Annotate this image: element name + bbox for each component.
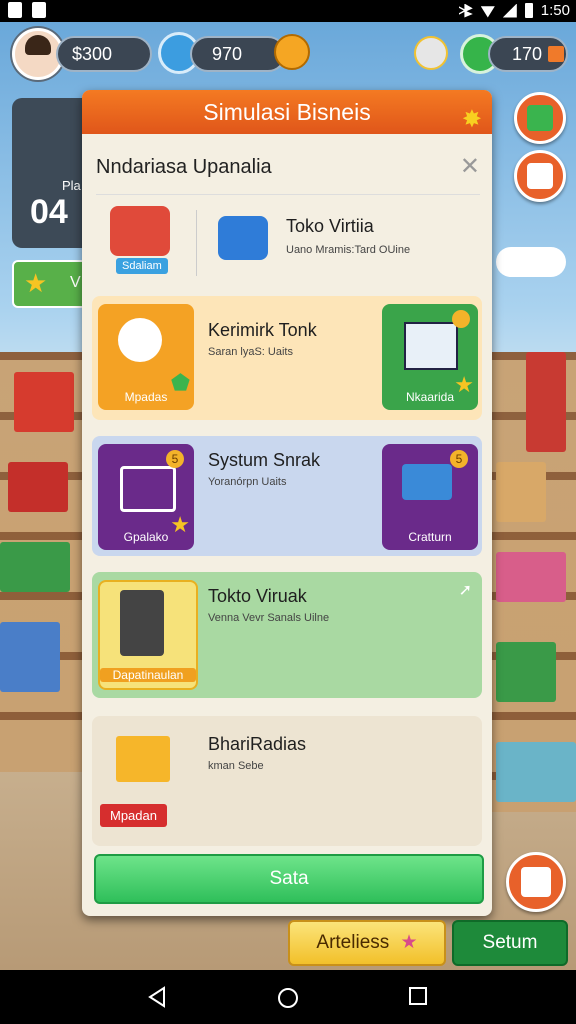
featured-title: Toko Virtiia [286, 216, 374, 236]
home-icon[interactable] [276, 986, 300, 1010]
card-title: Systum Snrak [208, 450, 321, 470]
level-card-label: Pla [62, 178, 81, 193]
featured-store-row[interactable]: Sdaliam Toko Virtiia Uano Mramis:Tard OU… [96, 202, 480, 286]
add-coins-icon[interactable] [274, 34, 310, 70]
calculator-icon [120, 590, 164, 656]
basket-icon [218, 216, 268, 260]
bluetooth-icon [458, 3, 473, 18]
notes-button[interactable] [514, 150, 566, 202]
mixer-icon [118, 318, 162, 362]
divider [96, 194, 480, 195]
dialog-header: Simulasi Bisneis ✸ [82, 90, 492, 134]
card-thumb-label: Mpadan [100, 804, 167, 827]
shelf-box [496, 462, 546, 522]
close-icon[interactable]: ✕ [460, 152, 480, 181]
card-thumbnail: Mpadas ⬟ [98, 304, 194, 410]
store-card[interactable]: 5 Gpalako ★ Systum Snrak Yoranórpn Uaits… [92, 436, 482, 556]
books-icon [110, 206, 170, 256]
star-icon: ★ [454, 372, 474, 397]
shelf-box [8, 462, 68, 512]
coins-value: 170 [512, 43, 543, 64]
dialog-subtitle: Nndariasa Upanalia [96, 156, 272, 178]
dialog-title: Simulasi Bisneis [203, 99, 371, 125]
star-icon: ✸ [461, 106, 482, 133]
articles-label: Arteliess [316, 932, 390, 953]
card-title: Tokto Viruak [208, 586, 307, 606]
shelf-box [496, 642, 556, 702]
card-thumbnail: 5 Gpalako ★ [98, 444, 194, 550]
confirm-button[interactable]: Sata [94, 854, 484, 904]
settings-button[interactable]: Setum [452, 920, 568, 966]
cash-display: $300 [56, 36, 152, 72]
checkmark-icon [527, 105, 553, 131]
cloud [496, 247, 566, 277]
business-sim-dialog: Simulasi Bisneis ✸ Nndariasa Upanalia ✕ … [82, 90, 492, 916]
store-card[interactable]: Mpadan BhariRadias kman Sebe [92, 716, 482, 846]
level-card-number: 04 [30, 193, 68, 231]
star-icon: ★ [400, 932, 418, 953]
featured-desc: Uano Mramis:Tard OUine [286, 244, 411, 256]
shelf-box [14, 372, 74, 432]
shelf-box [496, 552, 566, 602]
card-thumbnail: Dapatinaulan [98, 580, 198, 690]
store-card[interactable]: Mpadas ⬟ Kerimirk Tonk Saran lyaS: Uaits… [92, 296, 482, 420]
card-desc: kman Sebe [208, 760, 264, 772]
card-thumbnail-right: Nkaarida ★ [382, 304, 478, 410]
notification-icon [8, 2, 22, 18]
gems-display: 970 [190, 36, 286, 72]
shelf-box [0, 542, 70, 592]
tasks-button[interactable] [514, 92, 566, 144]
featured-tag: Sdaliam [116, 258, 168, 274]
android-nav-bar [0, 970, 576, 1024]
download-icon [32, 2, 46, 18]
cart-icon [120, 466, 176, 512]
signal-icon [502, 3, 517, 18]
star-icon: ★ [170, 512, 190, 537]
coin-icon: 5 [450, 450, 468, 468]
shelf-box [496, 742, 576, 802]
shelf-box [0, 622, 60, 692]
recents-icon[interactable] [408, 986, 428, 1006]
settings-wrench-icon[interactable] [414, 36, 448, 70]
gems-value: 970 [212, 43, 243, 64]
card-title: Kerimirk Tonk [208, 320, 317, 340]
shop-button[interactable] [506, 852, 566, 912]
wifi-icon [480, 6, 495, 18]
ticket-icon [521, 867, 551, 897]
card-thumbnail-right: 5 Cratturn [382, 444, 478, 550]
picture-icon [404, 322, 458, 370]
cash-value: $300 [72, 43, 113, 64]
card-thumb-label: Dapatinaulan [100, 668, 196, 682]
plus-icon[interactable] [548, 46, 565, 62]
gem-icon: ⬟ [170, 370, 190, 395]
status-bar: 1:50 [0, 0, 576, 22]
coins-display: 170 [488, 36, 568, 72]
card-title: BhariRadias [208, 734, 307, 754]
coin-icon: 5 [166, 450, 184, 468]
star-button-label: V [70, 274, 81, 291]
coin-icon [452, 310, 470, 328]
shelf-box [526, 352, 566, 452]
store-card[interactable]: Dapatinaulan Tokto Viruak Venna Vevr San… [92, 572, 482, 698]
card-desc: Saran lyaS: Uaits [208, 346, 293, 358]
card-desc: Venna Vevr Sanals Uilne [208, 612, 330, 624]
arrow-icon: ➚ [458, 582, 472, 599]
card-desc: Yoranórpn Uaits [208, 476, 287, 488]
background-level-card: Pla 04 [12, 98, 92, 248]
gift-box-icon [116, 736, 170, 782]
card-thumb-label: Cratturn [408, 530, 452, 544]
books-icon [402, 464, 452, 500]
clock: 1:50 [540, 2, 570, 19]
star-icon: ★ [24, 268, 48, 298]
articles-button[interactable]: Arteliess ★ [288, 920, 446, 966]
battery-icon [524, 3, 533, 18]
notepad-icon [527, 163, 553, 189]
back-icon[interactable] [146, 986, 168, 1008]
